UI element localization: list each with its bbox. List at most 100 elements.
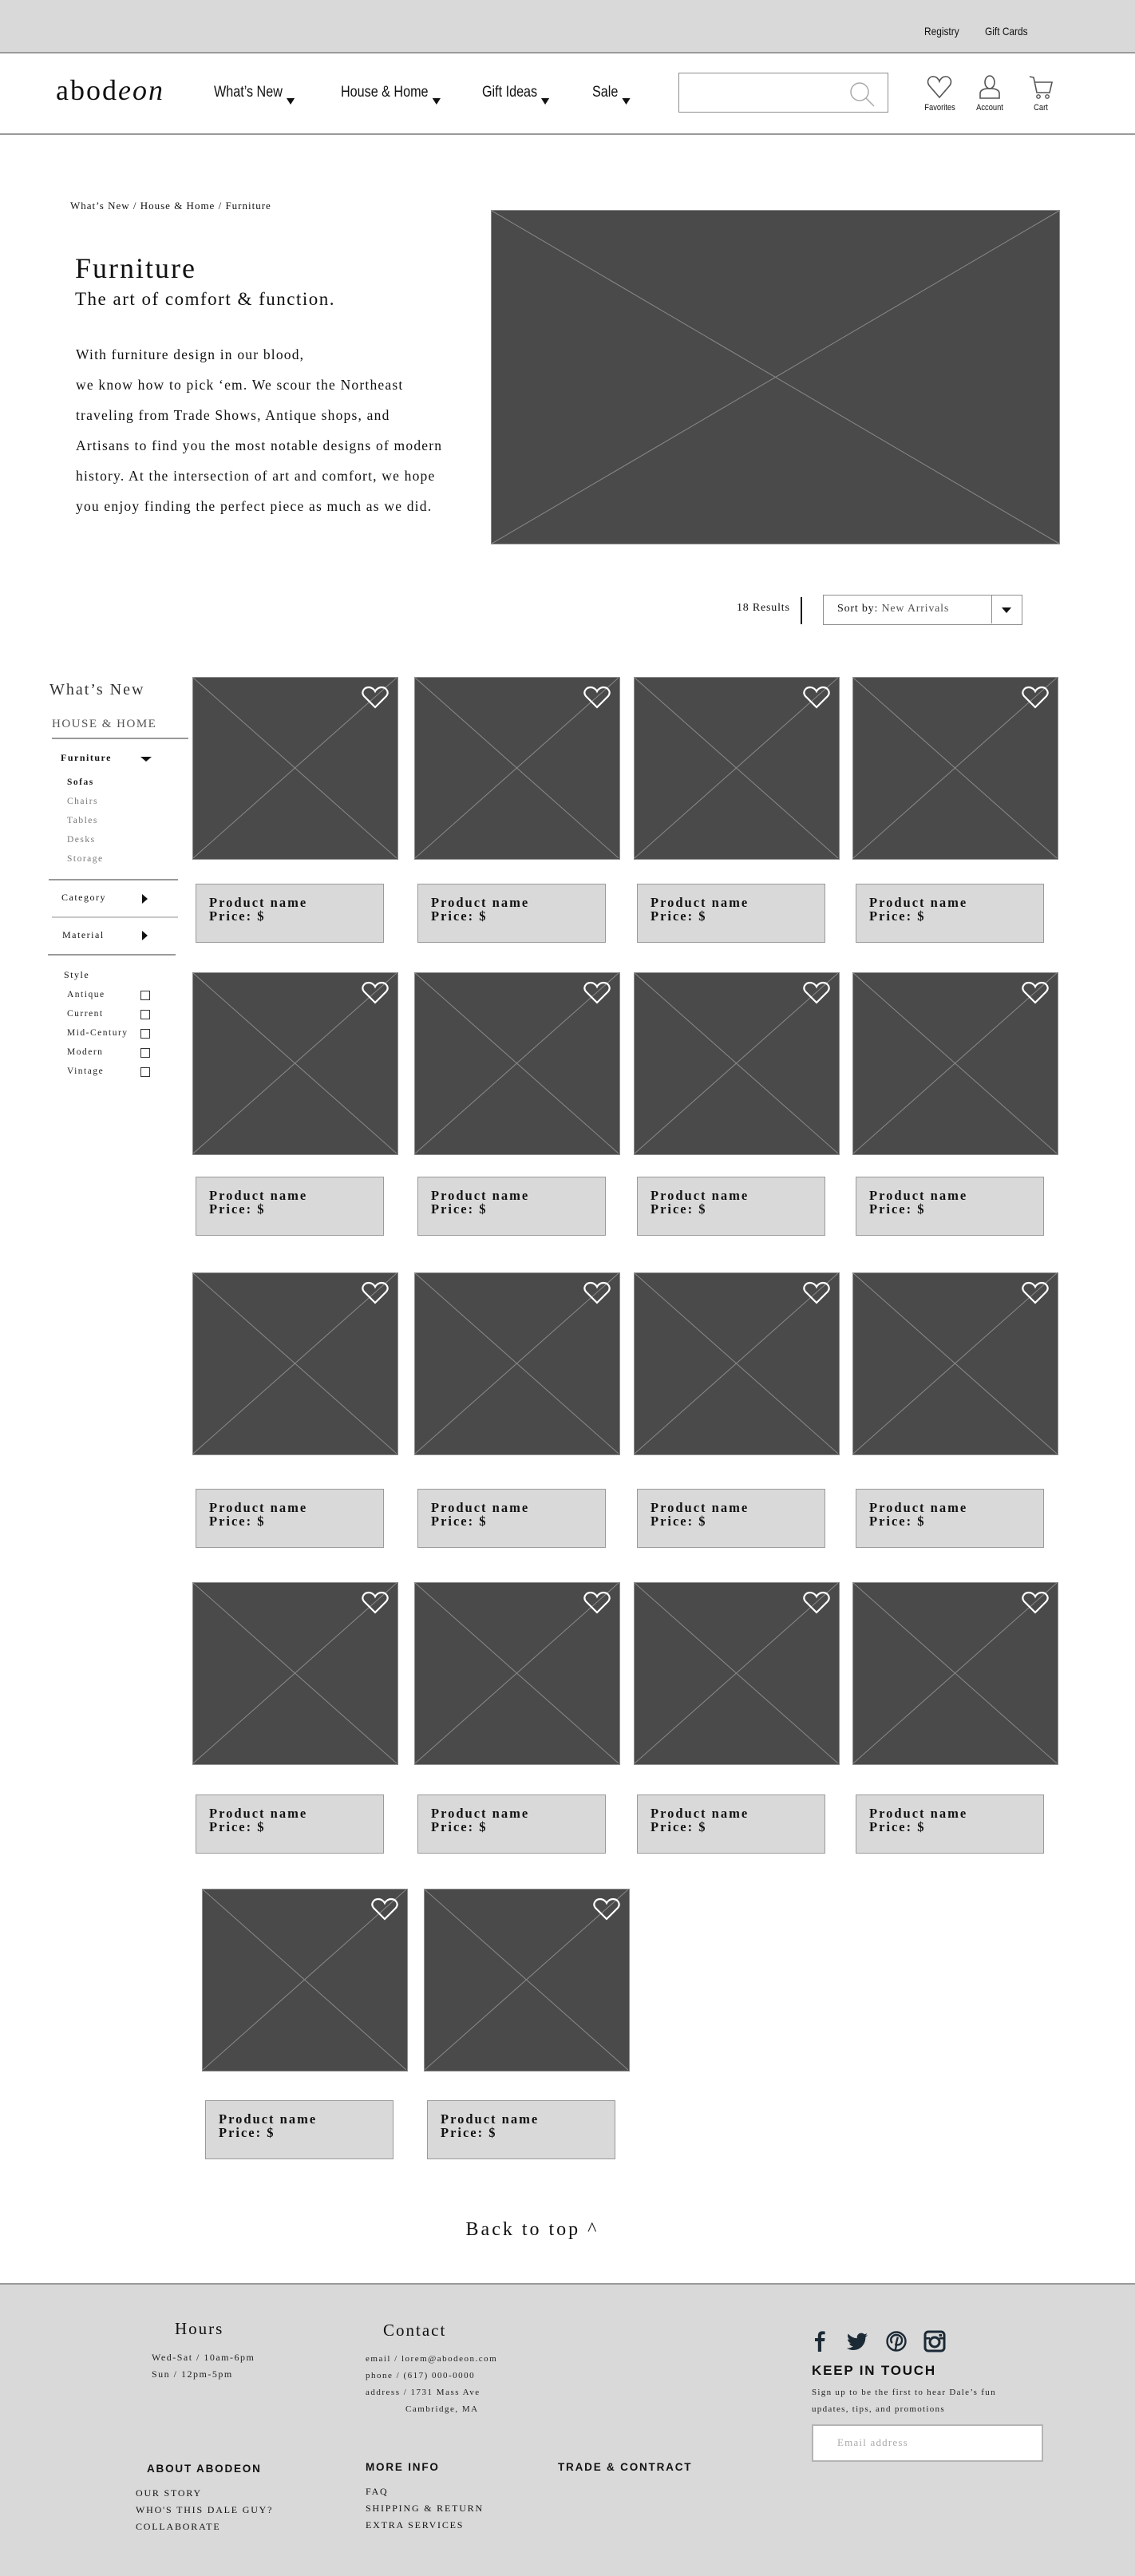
caret-right-icon[interactable] (142, 931, 148, 940)
filter-material[interactable]: Material (62, 929, 105, 941)
favorite-heart-icon[interactable] (1021, 1281, 1050, 1309)
product-image-placeholder[interactable] (634, 677, 840, 860)
product-info[interactable]: Product name Price: $ (196, 1794, 384, 1854)
product-image-placeholder[interactable] (192, 1272, 398, 1455)
favorites-button[interactable]: Favorites (922, 75, 957, 113)
nav-gift-ideas[interactable]: Gift Ideas (482, 84, 550, 105)
product-info[interactable]: Product name Price: $ (417, 884, 606, 943)
caret-down-icon[interactable] (140, 757, 152, 762)
nav-sale[interactable]: Sale (592, 84, 631, 105)
favorite-heart-icon[interactable] (583, 1281, 611, 1309)
favorite-heart-icon[interactable] (1021, 1591, 1050, 1619)
favorite-heart-icon[interactable] (583, 686, 611, 714)
sidebar-heading[interactable]: What’s New (49, 681, 144, 699)
favorite-heart-icon[interactable] (802, 1591, 831, 1619)
style-checkbox[interactable] (140, 991, 150, 1000)
instagram-icon[interactable] (923, 2329, 947, 2353)
nav-house-home[interactable]: House & Home (341, 84, 441, 105)
product-image-placeholder[interactable] (192, 677, 398, 860)
facebook-icon[interactable] (808, 2329, 832, 2353)
favorite-heart-icon[interactable] (361, 686, 390, 714)
search-icon[interactable] (848, 80, 876, 109)
product-info[interactable]: Product name Price: $ (205, 2100, 393, 2159)
breadcrumb[interactable]: What’s New / House & Home / Furniture (70, 200, 271, 212)
sort-dropdown[interactable]: Sort by: New Arrivals (823, 595, 1022, 625)
cart-button[interactable]: Cart (1023, 75, 1058, 113)
sidebar-section[interactable]: HOUSE & HOME (52, 718, 156, 731)
footer-link-extra-services[interactable]: EXTRA SERVICES (366, 2519, 464, 2531)
favorite-heart-icon[interactable] (592, 1897, 621, 1925)
trade-contract-link[interactable]: TRADE & CONTRACT (558, 2461, 692, 2473)
favorite-heart-icon[interactable] (361, 1591, 390, 1619)
product-image-placeholder[interactable] (852, 972, 1058, 1155)
product-info[interactable]: Product name Price: $ (856, 1489, 1044, 1548)
pinterest-icon[interactable] (884, 2329, 908, 2353)
favorite-heart-icon[interactable] (370, 1897, 399, 1925)
footer-link-shipping[interactable]: SHIPPING & RETURN (366, 2503, 484, 2515)
product-image-placeholder[interactable] (202, 1889, 408, 2071)
footer-link-collaborate[interactable]: COLLABORATE (136, 2521, 220, 2533)
gift-cards-link[interactable]: Gift Cards (985, 25, 1028, 38)
sidebar-subitem-storage[interactable]: Storage (67, 854, 104, 864)
product-info[interactable]: Product name Price: $ (637, 1794, 825, 1854)
product-info[interactable]: Product name Price: $ (196, 884, 384, 943)
product-image-placeholder[interactable] (852, 677, 1058, 860)
favorite-heart-icon[interactable] (802, 686, 831, 714)
product-info[interactable]: Product name Price: $ (856, 1177, 1044, 1236)
favorite-heart-icon[interactable] (583, 1591, 611, 1619)
favorite-heart-icon[interactable] (583, 981, 611, 1009)
favorite-heart-icon[interactable] (361, 1281, 390, 1309)
filter-category[interactable]: Category (61, 892, 106, 904)
footer-link-dale[interactable]: WHO'S THIS DALE GUY? (136, 2504, 273, 2516)
product-image-placeholder[interactable] (414, 972, 620, 1155)
product-info[interactable]: Product name Price: $ (637, 1177, 825, 1236)
product-info[interactable]: Product name Price: $ (417, 1177, 606, 1236)
twitter-icon[interactable] (845, 2329, 869, 2353)
sidebar-subitem-tables[interactable]: Tables (67, 816, 98, 825)
search-input[interactable] (686, 73, 848, 110)
product-info[interactable]: Product name Price: $ (856, 1794, 1044, 1854)
product-image-placeholder[interactable] (192, 1582, 398, 1765)
product-image-placeholder[interactable] (414, 1582, 620, 1765)
favorite-heart-icon[interactable] (1021, 686, 1050, 714)
sidebar-item-furniture[interactable]: Furniture (61, 752, 112, 764)
footer-link-our-story[interactable]: OUR STORY (136, 2487, 202, 2499)
back-to-top-link[interactable]: Back to top ^ (0, 2219, 1065, 2241)
style-checkbox[interactable] (140, 1067, 150, 1077)
style-checkbox[interactable] (140, 1048, 150, 1058)
account-button[interactable]: Account (972, 75, 1007, 113)
product-info[interactable]: Product name Price: $ (637, 1489, 825, 1548)
nav-whats-new[interactable]: What’s New (214, 84, 295, 105)
favorite-heart-icon[interactable] (1021, 981, 1050, 1009)
product-image-placeholder[interactable] (634, 1272, 840, 1455)
registry-link[interactable]: Registry (924, 25, 959, 38)
caret-down-icon[interactable] (991, 596, 1022, 623)
sidebar-subitem-desks[interactable]: Desks (67, 835, 96, 845)
product-image-placeholder[interactable] (634, 1582, 840, 1765)
product-info[interactable]: Product name Price: $ (417, 1489, 606, 1548)
favorite-heart-icon[interactable] (802, 1281, 831, 1309)
favorite-heart-icon[interactable] (361, 981, 390, 1009)
contact-email[interactable]: email / lorem@abodeon.com (366, 2354, 497, 2364)
style-checkbox[interactable] (140, 1010, 150, 1019)
caret-right-icon[interactable] (142, 894, 148, 904)
footer-link-faq[interactable]: FAQ (366, 2486, 389, 2498)
logo[interactable]: abodeon (56, 73, 164, 107)
product-image-placeholder[interactable] (634, 972, 840, 1155)
product-info[interactable]: Product name Price: $ (637, 884, 825, 943)
style-checkbox[interactable] (140, 1029, 150, 1039)
sidebar-subitem-chairs[interactable]: Chairs (67, 797, 98, 806)
product-image-placeholder[interactable] (192, 972, 398, 1155)
product-info[interactable]: Product name Price: $ (427, 2100, 615, 2159)
product-info[interactable]: Product name Price: $ (196, 1489, 384, 1548)
product-image-placeholder[interactable] (852, 1582, 1058, 1765)
product-info[interactable]: Product name Price: $ (417, 1794, 606, 1854)
product-info[interactable]: Product name Price: $ (856, 884, 1044, 943)
favorite-heart-icon[interactable] (802, 981, 831, 1009)
product-image-placeholder[interactable] (852, 1272, 1058, 1455)
sidebar-subitem-sofas[interactable]: Sofas (67, 778, 94, 787)
product-image-placeholder[interactable] (414, 677, 620, 860)
product-image-placeholder[interactable] (424, 1889, 630, 2071)
product-image-placeholder[interactable] (414, 1272, 620, 1455)
product-info[interactable]: Product name Price: $ (196, 1177, 384, 1236)
